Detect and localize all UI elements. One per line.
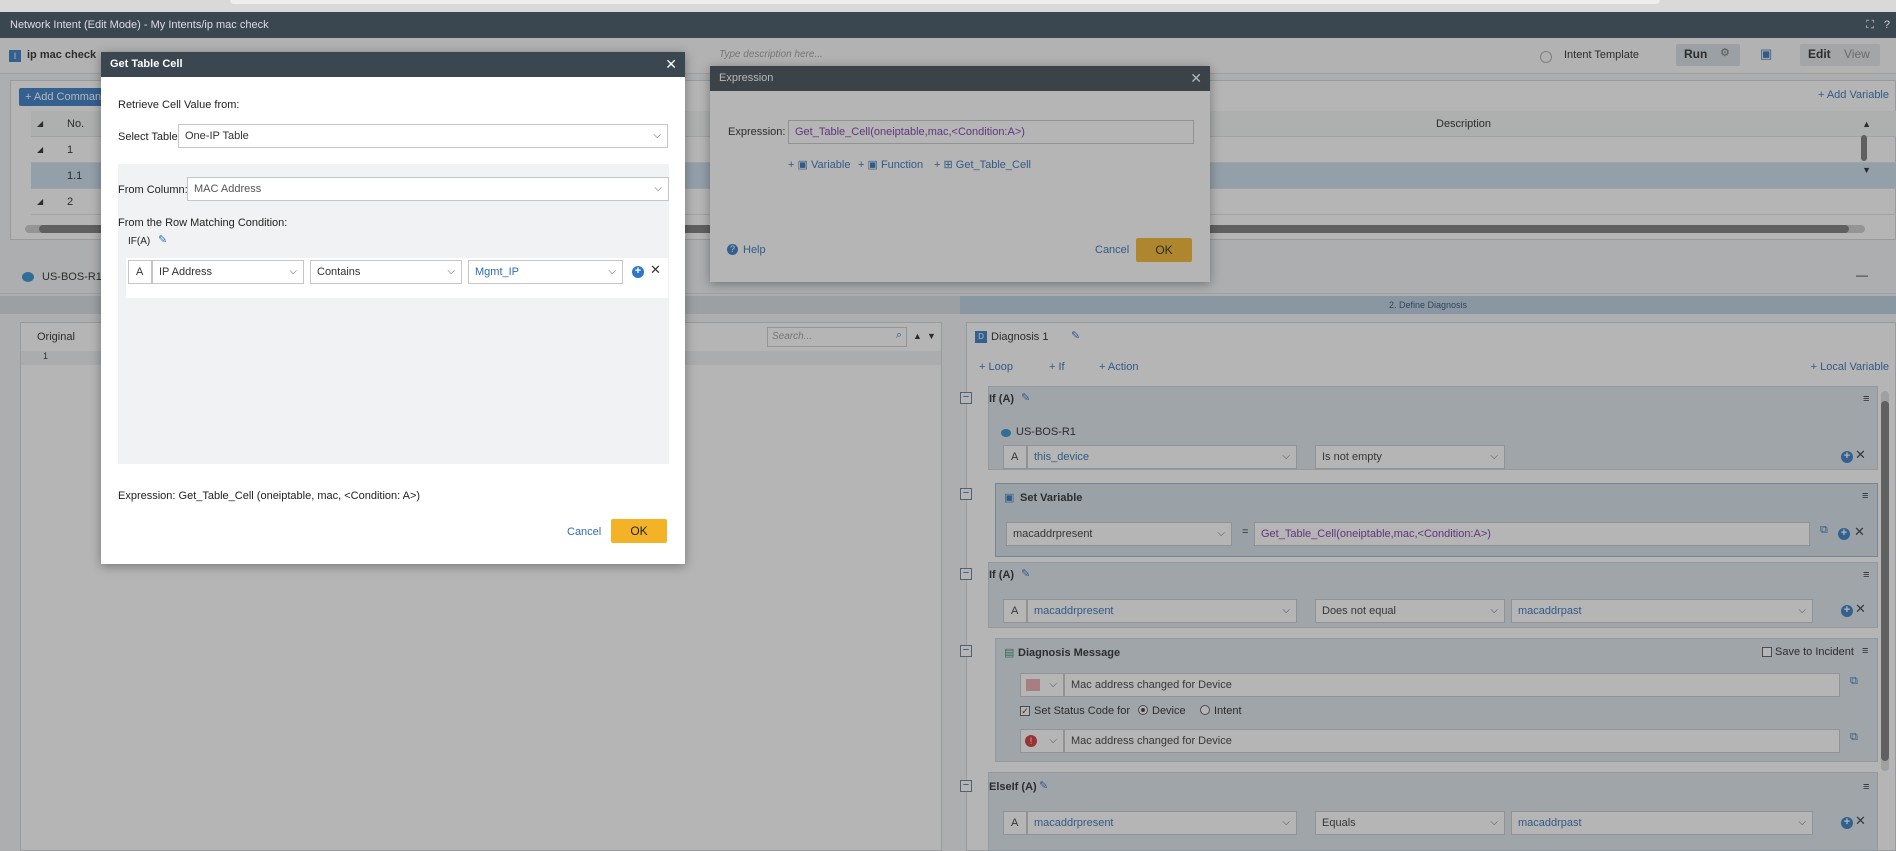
condition-row: A IP Address ⌵ Contains ⌵ Mgmt_IP ⌵ + ✕: [126, 258, 668, 298]
dialog-dim: [710, 66, 1210, 282]
if-label: IF(A): [128, 236, 151, 247]
cancel-button[interactable]: Cancel: [567, 526, 601, 538]
address-bar: [230, 0, 1660, 4]
dialog-title: Get Table Cell: [101, 52, 685, 77]
remove-condition-icon[interactable]: ✕: [650, 262, 661, 278]
chevron-down-icon: ⌵: [447, 266, 455, 277]
chevron-down-icon: ⌵: [289, 266, 297, 277]
condition-area: From Column: MAC Address ⌵ From the Row M…: [118, 164, 669, 464]
condition-value: Mgmt_IP: [475, 266, 520, 278]
add-condition-icon[interactable]: +: [632, 266, 644, 278]
row-matching-label: From the Row Matching Condition:: [118, 217, 288, 229]
condition-operator-select[interactable]: Contains ⌵: [310, 260, 462, 284]
from-column-value: MAC Address: [194, 183, 262, 195]
window-title: Network Intent (Edit Mode) - My Intents/…: [10, 19, 269, 31]
expand-icon[interactable]: ⛶: [1866, 12, 1874, 38]
from-column-label: From Column:: [118, 184, 188, 196]
condition-column-select[interactable]: IP Address ⌵: [152, 260, 304, 284]
chevron-down-icon: ⌵: [654, 183, 662, 194]
condition-column-value: IP Address: [159, 266, 212, 278]
close-icon[interactable]: ✕: [665, 56, 677, 73]
retrieve-label: Retrieve Cell Value from:: [118, 99, 240, 111]
expression-preview: Expression: Get_Table_Cell (oneiptable, …: [118, 490, 421, 502]
select-table-value: One-IP Table: [185, 130, 249, 142]
select-table-dropdown[interactable]: One-IP Table ⌵: [178, 124, 668, 148]
select-table-label: Select Table:: [118, 131, 181, 143]
condition-operator-value: Contains: [317, 266, 361, 278]
window-titlebar: Network Intent (Edit Mode) - My Intents/…: [0, 12, 1896, 38]
chevron-down-icon: ⌵: [653, 130, 661, 141]
condition-letter: A: [128, 260, 152, 284]
expression-dialog: Expression ✕ Expression: Get_Table_Cell(…: [710, 66, 1210, 282]
browser-strip: [0, 0, 1896, 12]
get-table-cell-dialog: Get Table Cell ✕ Retrieve Cell Value fro…: [101, 52, 685, 564]
ok-button[interactable]: OK: [611, 519, 667, 543]
from-column-dropdown[interactable]: MAC Address ⌵: [187, 177, 669, 201]
chevron-down-icon: ⌵: [608, 266, 616, 277]
edit-pencil-icon[interactable]: ✎: [158, 233, 167, 246]
condition-value-select[interactable]: Mgmt_IP ⌵: [468, 260, 623, 284]
question-icon[interactable]: ?: [1884, 12, 1890, 38]
